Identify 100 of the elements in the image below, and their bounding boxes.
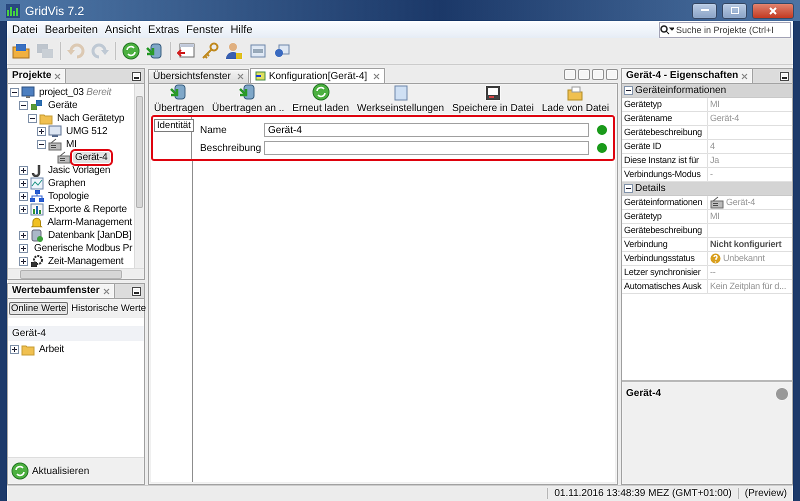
tree-item[interactable]: Nach Gerätetyp: [55, 113, 126, 124]
monitor-icon: [48, 125, 62, 138]
menu-item[interactable]: Ansicht: [102, 22, 144, 36]
menu-item[interactable]: Datei: [9, 22, 41, 36]
toolbar-button[interactable]: Übertragen: [151, 83, 208, 114]
panel-tab[interactable]: Projekte: [8, 69, 66, 83]
tree-item[interactable]: Jasic Vorlagen: [46, 165, 112, 176]
menu-item[interactable]: Hilfe: [227, 22, 256, 36]
toolbar-button[interactable]: Übertragen an ..: [209, 83, 288, 114]
tab[interactable]: Historische Werte: [69, 302, 148, 315]
close-icon[interactable]: [741, 72, 748, 80]
tree-item[interactable]: Gerät-4: [73, 152, 110, 163]
collapse-icon[interactable]: [19, 101, 28, 110]
device-icon: [48, 138, 62, 151]
tab[interactable]: Identität: [154, 119, 194, 132]
property-name: Geräteinformationen: [622, 196, 708, 209]
property-value: 4: [709, 140, 716, 153]
transfer-icon: [146, 42, 164, 60]
close-icon[interactable]: [54, 72, 62, 80]
bar-chart-icon: [30, 203, 44, 216]
panel-tab[interactable]: Wertebaumfenster: [8, 284, 115, 298]
tree-item[interactable]: project_03 Bereit: [37, 87, 114, 98]
tree-item[interactable]: Datenbank [JanDB]: [46, 230, 134, 241]
folder-icon: [39, 112, 53, 125]
window-network-icon: [274, 44, 290, 58]
collapse-icon[interactable]: [37, 140, 46, 149]
expand-icon[interactable]: [19, 231, 28, 240]
minimize-button[interactable]: [692, 2, 717, 18]
device-icon: [57, 151, 71, 164]
page-icon: [394, 85, 408, 101]
expand-icon[interactable]: [19, 244, 28, 253]
menu-item[interactable]: Bearbeiten: [42, 22, 101, 36]
property-name: Gerätebeschreibung: [622, 126, 708, 139]
close-icon[interactable]: [102, 288, 110, 294]
document-tab[interactable]: Übersichtsfenster: [148, 69, 249, 83]
tree-item[interactable]: Zeit-Management: [46, 256, 126, 267]
minimize-icon[interactable]: [132, 72, 141, 80]
tree-item[interactable]: Alarm-Management: [45, 217, 134, 228]
tree-item[interactable]: UMG 512: [64, 126, 110, 137]
user-lock-icon: [225, 42, 243, 60]
expand-icon[interactable]: [19, 205, 28, 214]
tree-item[interactable]: Exporte & Reporte: [46, 204, 129, 215]
network-icon: [30, 190, 44, 203]
toolbar-button[interactable]: Lade von Datei: [538, 86, 612, 114]
tree-item[interactable]: Geräte: [46, 100, 80, 111]
dropdown-button[interactable]: [592, 69, 604, 80]
toolbar-button[interactable]: [121, 41, 141, 61]
expand-icon[interactable]: [19, 257, 28, 266]
tree-item[interactable]: MI: [64, 139, 79, 150]
expand-icon[interactable]: [19, 192, 28, 201]
scroll-right-button[interactable]: [578, 69, 590, 80]
document-tab[interactable]: Konfiguration[Gerät-4]: [250, 68, 386, 83]
bell-icon: [30, 216, 44, 229]
app-logo-icon: [6, 4, 20, 18]
monitor-icon: [21, 86, 35, 99]
field-label: Name: [200, 124, 228, 136]
property-value: --: [709, 266, 717, 279]
input-field[interactable]: Gerät-4: [264, 123, 589, 137]
tree-item[interactable]: Graphen: [46, 178, 88, 189]
tree-item[interactable]: Generische Modbus Pr: [32, 243, 134, 254]
expand-icon[interactable]: [19, 179, 28, 188]
toolbar-button[interactable]: Speichere in Datei: [449, 85, 537, 114]
menu-item[interactable]: Fenster: [183, 22, 226, 36]
collapse-icon[interactable]: [10, 88, 19, 97]
collapse-icon[interactable]: [624, 184, 633, 193]
refresh-button[interactable]: Aktualisieren: [8, 457, 144, 484]
property-value: Unbekannt: [708, 252, 792, 265]
tab[interactable]: Online Werte: [9, 302, 68, 315]
panel-tab[interactable]: Gerät-4 - Eigenschaften: [622, 69, 754, 83]
minimize-icon[interactable]: [780, 72, 789, 80]
close-button[interactable]: [752, 2, 794, 18]
property-name: Geräte ID: [622, 140, 708, 153]
toolbar-button[interactable]: [224, 41, 244, 61]
toolbar-button[interactable]: Erneut laden: [289, 83, 352, 114]
config-icon: [254, 71, 266, 81]
expand-icon[interactable]: [37, 127, 46, 136]
property-name: Gerätebeschreibung: [622, 224, 708, 237]
expand-icon[interactable]: [19, 166, 28, 175]
scroll-left-button[interactable]: [564, 69, 576, 80]
close-icon[interactable]: [236, 73, 244, 80]
expand-icon[interactable]: [10, 345, 19, 354]
toolbar-button[interactable]: [200, 41, 220, 61]
input-field[interactable]: [264, 141, 589, 155]
tree-item[interactable]: Topologie: [46, 191, 92, 202]
description-title: Gerät-4: [626, 388, 662, 399]
maximize-button[interactable]: [722, 2, 747, 18]
close-icon[interactable]: [373, 72, 380, 80]
minimize-icon: [700, 9, 708, 12]
tree-item[interactable]: Arbeit: [37, 344, 66, 355]
property-value: Ja: [709, 154, 720, 167]
collapse-icon[interactable]: [28, 114, 37, 123]
toolbar-button[interactable]: Werkseinstellungen: [354, 85, 448, 114]
collapse-icon[interactable]: [624, 86, 633, 95]
toolbar-button[interactable]: [11, 41, 31, 61]
property-name: Letzer synchronisier: [622, 266, 708, 279]
minimize-icon[interactable]: [132, 286, 141, 296]
menu-item[interactable]: Extras: [144, 22, 182, 36]
refresh-icon: [11, 462, 29, 480]
search-field[interactable]: Suche in Projekte (Ctrl+I: [659, 22, 791, 38]
open-folder-icon: [12, 43, 30, 59]
